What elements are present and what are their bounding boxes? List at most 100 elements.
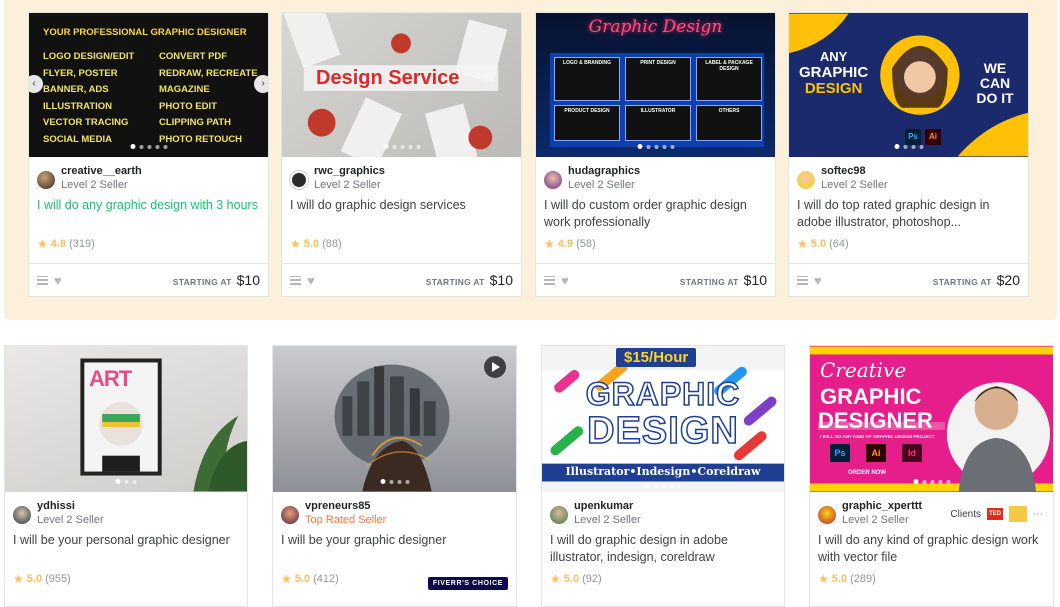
rating-value: 4.9 bbox=[557, 238, 574, 250]
rating-value: 5.0 bbox=[810, 238, 827, 250]
thumb-text: DESIGN bbox=[804, 80, 863, 97]
gig-card[interactable]: ART ydhissi Level 2 Seller I will be your… bbox=[4, 345, 248, 607]
gig-thumbnail[interactable]: YOUR PROFESSIONAL GRAPHIC DESIGNER LOGO … bbox=[29, 13, 268, 157]
gig-title[interactable]: I will be your graphic designer bbox=[273, 532, 516, 568]
seller-level: Level 2 Seller bbox=[574, 514, 641, 526]
star-icon: ★ bbox=[13, 572, 24, 586]
thumb-text: CLIPPING PATH bbox=[159, 117, 231, 128]
price[interactable]: STARTING AT $10 bbox=[173, 272, 260, 288]
seller-username[interactable]: creative__earth bbox=[61, 165, 142, 178]
price-value: $10 bbox=[743, 272, 767, 288]
avatar[interactable] bbox=[550, 506, 568, 524]
gig-title[interactable]: I will do any graphic design with 3 hour… bbox=[29, 197, 268, 233]
heart-icon[interactable]: ♥ bbox=[54, 273, 62, 288]
avatar[interactable] bbox=[281, 506, 299, 524]
gig-title[interactable]: I will do graphic design services bbox=[282, 197, 521, 233]
seller-level: Level 2 Seller bbox=[37, 514, 104, 526]
gig-thumbnail[interactable]: $15/Hour GRAPHIC DESIGN Illustrator•Inde… bbox=[542, 346, 784, 492]
price[interactable]: STARTING AT $10 bbox=[680, 272, 767, 288]
carousel-dots[interactable] bbox=[894, 144, 923, 149]
thumb-graphics bbox=[334, 364, 450, 492]
gig-thumbnail[interactable] bbox=[273, 346, 516, 492]
seller-username[interactable]: upenkumar bbox=[574, 500, 641, 513]
seller-username[interactable]: ydhissi bbox=[37, 500, 104, 513]
play-icon[interactable] bbox=[484, 356, 506, 378]
rating-value: 5.0 bbox=[303, 238, 320, 250]
seller-username[interactable]: rwc_graphics bbox=[314, 165, 385, 178]
more-icon[interactable]: ⋯ bbox=[1033, 509, 1043, 520]
carousel-dots[interactable] bbox=[637, 144, 674, 149]
carousel-dots[interactable] bbox=[913, 479, 950, 484]
thumb-text: ILLUSTRATION bbox=[43, 100, 112, 112]
thumb-text: CONVERT PDF bbox=[159, 51, 228, 62]
thumb-text: GRAPHIC bbox=[585, 375, 741, 413]
rating: ★ 5.0 (64) bbox=[789, 233, 1028, 251]
avatar[interactable] bbox=[544, 171, 562, 189]
avatar[interactable] bbox=[37, 171, 55, 189]
thumb-text: BANNER, ADS bbox=[43, 84, 109, 95]
rating: ★ 4.8 (319) bbox=[29, 233, 268, 251]
gig-card[interactable]: ANY GRAPHIC DESIGN WE CAN DO IT Ps Ai so… bbox=[788, 12, 1029, 297]
gig-title[interactable]: I will do graphic design in adobe illust… bbox=[542, 532, 784, 568]
collection-icon[interactable] bbox=[37, 275, 48, 285]
gig-thumbnail[interactable]: ANY GRAPHIC DESIGN WE CAN DO IT Ps Ai bbox=[789, 13, 1028, 157]
rating: ★ 5.0 (955) bbox=[5, 568, 247, 586]
carousel-dots[interactable] bbox=[644, 483, 682, 488]
gig-title[interactable]: I will do custom order graphic design wo… bbox=[536, 197, 775, 233]
thumb-box: ILLUSTRATOR bbox=[625, 105, 691, 141]
next-arrow-icon[interactable]: › bbox=[254, 75, 268, 93]
thumb-box: OTHERS bbox=[696, 105, 762, 141]
gig-card[interactable]: Creative GRAPHIC DESIGNER I WILL DO ANY … bbox=[809, 345, 1054, 607]
thumb-text: SOCIAL MEDIA bbox=[43, 133, 112, 145]
collection-icon[interactable] bbox=[290, 275, 301, 285]
thumb-text: LOGO DESIGN/EDIT bbox=[43, 51, 135, 62]
collection-icon[interactable] bbox=[797, 275, 808, 285]
thumb-box: LABEL & PACKAGE DESIGN bbox=[696, 57, 762, 101]
gig-title[interactable]: I will do any kind of graphic design wor… bbox=[810, 532, 1053, 568]
price-value: $10 bbox=[489, 272, 513, 288]
avatar[interactable] bbox=[13, 506, 31, 524]
avatar[interactable] bbox=[797, 171, 815, 189]
star-icon: ★ bbox=[37, 237, 48, 251]
collection-icon[interactable] bbox=[544, 275, 555, 285]
gig-thumbnail[interactable]: ART bbox=[5, 346, 247, 492]
carousel-dots[interactable] bbox=[115, 479, 137, 484]
heart-icon[interactable]: ♥ bbox=[561, 273, 569, 288]
rating-value: 5.0 bbox=[831, 573, 848, 585]
heart-icon[interactable]: ♥ bbox=[814, 273, 822, 288]
carousel-dots[interactable] bbox=[130, 144, 167, 149]
seller-username[interactable]: vpreneurs85 bbox=[305, 500, 386, 513]
avatar[interactable] bbox=[290, 171, 308, 189]
gig-title[interactable]: I will be your personal graphic designer bbox=[5, 532, 247, 568]
gig-card[interactable]: YOUR PROFESSIONAL GRAPHIC DESIGNER LOGO … bbox=[28, 12, 269, 297]
gig-card[interactable]: vpreneurs85 Top Rated Seller I will be yo… bbox=[272, 345, 517, 607]
ted-logo: TED bbox=[987, 508, 1003, 520]
gig-card[interactable]: Graphic Design LOGO & BRANDING PRINT DES… bbox=[535, 12, 776, 297]
prev-arrow-icon[interactable]: ‹ bbox=[29, 75, 43, 93]
price[interactable]: STARTING AT $10 bbox=[426, 272, 513, 288]
gig-card[interactable]: Design Service rwc_graphics Level 2 Selle… bbox=[281, 12, 522, 297]
price[interactable]: STARTING AT $20 bbox=[933, 272, 1020, 288]
thumb-text: VECTOR TRACING bbox=[43, 117, 129, 128]
carousel-dots[interactable] bbox=[383, 144, 420, 149]
ps-icon: Ps bbox=[830, 444, 850, 462]
gig-title[interactable]: I will do top rated graphic design in ad… bbox=[789, 197, 1028, 233]
rating-value: 5.0 bbox=[294, 573, 311, 585]
thumb-box: PRINT DESIGN bbox=[625, 57, 691, 101]
review-count: (88) bbox=[322, 238, 342, 250]
review-count: (955) bbox=[45, 573, 71, 585]
rating: ★ 4.9 (58) bbox=[536, 233, 775, 251]
seller-username[interactable]: graphic_xperttt bbox=[842, 500, 922, 513]
gig-thumbnail[interactable]: Design Service bbox=[282, 13, 521, 157]
thumb-text: PHOTO RETOUCH bbox=[159, 133, 243, 145]
ps-icon: Ps bbox=[905, 129, 921, 145]
gig-thumbnail[interactable]: Creative GRAPHIC DESIGNER I WILL DO ANY … bbox=[810, 346, 1053, 492]
avatar[interactable] bbox=[818, 506, 836, 524]
carousel-dots[interactable] bbox=[380, 479, 409, 484]
gig-card[interactable]: $15/Hour GRAPHIC DESIGN Illustrator•Inde… bbox=[541, 345, 785, 607]
gig-thumbnail[interactable]: Graphic Design LOGO & BRANDING PRINT DES… bbox=[536, 13, 775, 157]
seller-username[interactable]: softec98 bbox=[821, 165, 888, 178]
seller-username[interactable]: hudagraphics bbox=[568, 165, 640, 178]
seller-level: Level 2 Seller bbox=[61, 179, 128, 191]
heart-icon[interactable]: ♥ bbox=[307, 273, 315, 288]
